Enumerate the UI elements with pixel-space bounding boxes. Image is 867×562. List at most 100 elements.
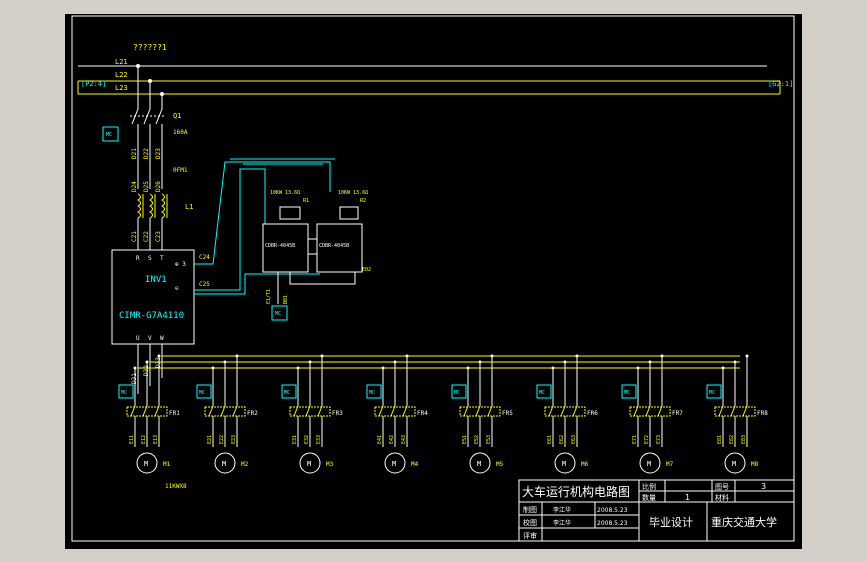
motor-wire-label: E52 — [474, 435, 480, 444]
motor-branch-4: E41 E42 E43 FR4 MC M M4 — [366, 354, 428, 474]
motor-wire-label: E61 — [547, 435, 553, 444]
cad-viewport[interactable]: ??????1 L21 L22 L23 [P2:4] [G2:1] Q1 160… — [65, 14, 802, 549]
inv-c24: C24 — [199, 254, 210, 261]
svg-text:2008.5.23: 2008.5.23 — [597, 507, 628, 514]
svg-text:M: M — [307, 460, 311, 468]
inv-term-v: V — [148, 335, 152, 342]
svg-text:李江华: 李江华 — [553, 519, 571, 527]
inv-term-s: S — [148, 255, 152, 262]
svg-text:制图: 制图 — [523, 505, 537, 514]
inv-term-w: W — [160, 335, 164, 342]
motor-wire-label: E23 — [231, 435, 237, 444]
svg-text:数量: 数量 — [642, 493, 656, 502]
thermal-relay-label: FR2 — [247, 410, 258, 417]
svg-text:图号: 图号 — [715, 483, 729, 491]
motor-wire-label: E82 — [729, 435, 735, 444]
motor-label: M1 — [163, 461, 171, 468]
inv-term-r: R — [136, 255, 140, 262]
svg-text:C22: C22 — [143, 231, 150, 242]
motor-label: M7 — [666, 461, 674, 468]
bus-label-l22: L22 — [115, 71, 128, 79]
svg-text:校图: 校图 — [523, 518, 537, 527]
main-feeder — [130, 64, 164, 189]
svg-text:李江华: 李江华 — [553, 506, 571, 514]
svg-text:MC: MC — [106, 132, 112, 138]
svg-text:D22: D22 — [143, 148, 150, 159]
brake-misc-a: E1/T1 — [266, 289, 272, 304]
inv-term-u: U — [136, 335, 140, 342]
motor-branch-8: E81 E82 E83 FR8 MC M M8 — [706, 354, 768, 474]
motor-wire-label: E21 — [207, 435, 213, 444]
svg-text:C21: C21 — [131, 231, 138, 242]
motor-wire-label: E51 — [462, 435, 468, 444]
motor-branch-6: E61 E62 E63 FR6 MC M M6 — [536, 354, 598, 474]
bus-label-l21: L21 — [115, 58, 128, 66]
motor-branch-3: E31 E32 E33 FR3 MC M M3 — [281, 354, 343, 474]
motor-label: M3 — [326, 461, 334, 468]
bus-label-l23: L23 — [115, 84, 128, 92]
thermal-relay-label: FR8 — [757, 410, 768, 417]
svg-text:D26: D26 — [155, 181, 162, 192]
motor-label: M8 — [751, 461, 759, 468]
svg-text:10KW 13.6Ω: 10KW 13.6Ω — [338, 190, 368, 196]
inv-term-t: T — [160, 255, 164, 262]
inverter-name: INV1 — [145, 275, 167, 285]
motor-branch-2: E21 E22 E23 FR2 MC M M2 — [196, 354, 258, 474]
motor-wire-label: E13 — [153, 435, 159, 444]
bus-right-ref: [G2:1] — [768, 80, 793, 88]
bus-lines: ??????1 L21 L22 L23 [P2:4] [G2:1] — [77, 43, 793, 95]
svg-text:M: M — [562, 460, 566, 468]
motor-branch-7: E71 E72 E73 FR7 MC M M7 — [621, 354, 683, 474]
motor-label: M2 — [241, 461, 249, 468]
dc-bus-wires — [194, 158, 335, 295]
brake-unit-1[interactable]: CDBR-4045B 10KW 13.6Ω R1 — [262, 190, 309, 273]
reactor-name: L1 — [185, 203, 193, 211]
motor-wire-label: E32 — [304, 435, 310, 444]
inverter-model: CIMR-G7A4110 — [119, 311, 184, 321]
thermal-relay-label: FR6 — [587, 410, 598, 417]
svg-text:R1: R1 — [303, 198, 309, 204]
motor-wire-label: E33 — [316, 435, 322, 444]
motor-wire-label: E31 — [292, 435, 298, 444]
school-name: 重庆交通大学 — [711, 515, 777, 529]
motor-label: M4 — [411, 461, 419, 468]
thermal-relay-label: FR4 — [417, 410, 428, 417]
motor-wire-label: E22 — [219, 435, 225, 444]
drawing-title: 大车运行机构电路图 — [522, 484, 630, 499]
motor-branch-5: E51 E52 E53 FR5 MC M M5 — [451, 354, 513, 474]
wire-labels-in: C21 C22 C23 — [131, 231, 162, 242]
motor-wire-label: E63 — [571, 435, 577, 444]
bus-left-ref: [P2:4] — [81, 80, 106, 88]
brake-unit-2[interactable]: CDBR-4045B 10KW 13.6Ω R2 — [316, 190, 368, 273]
motor-wire-label: E62 — [559, 435, 565, 444]
svg-text:MC: MC — [454, 390, 460, 396]
inv-term-plus: ⊕ 3 — [175, 261, 186, 268]
brake-misc-d: B01 — [283, 295, 289, 304]
svg-text:MC: MC — [284, 390, 290, 396]
svg-text:MC: MC — [121, 390, 127, 396]
breaker-name: Q1 — [173, 112, 181, 120]
motor-wire-label: E81 — [717, 435, 723, 444]
motor-wire-label: E53 — [486, 435, 492, 444]
svg-text:MC: MC — [199, 390, 205, 396]
drawing-frame — [71, 15, 795, 542]
wire-labels-top: D21 D22 D23 D24 D25 D26 — [131, 148, 162, 192]
svg-text:10KW 13.6Ω: 10KW 13.6Ω — [270, 190, 300, 196]
motor-wire-label: E11 — [129, 435, 135, 444]
svg-text:1: 1 — [685, 493, 690, 502]
motor-branches: E11 E12 E13 FR1 MC M M1 E21 E22 E23 FR2 MC M M2 E31 E32… — [118, 354, 768, 474]
svg-text:M: M — [732, 460, 736, 468]
reactor-l1 — [137, 193, 168, 219]
svg-text:比例: 比例 — [642, 482, 656, 491]
motor-wire-label: E83 — [741, 435, 747, 444]
motor-label: M6 — [581, 461, 589, 468]
inverter-inv1[interactable]: R S T INV1 CIMR-G7A4110 ⊕ 3 ⊖ U V W — [111, 249, 195, 345]
reactor-model: 0FM1 — [173, 167, 188, 174]
svg-text:材料: 材料 — [715, 493, 729, 502]
svg-text:M: M — [144, 460, 148, 468]
svg-text:MC: MC — [539, 390, 545, 396]
svg-text:R2: R2 — [360, 198, 366, 204]
svg-text:D25: D25 — [143, 181, 150, 192]
project-name: 毕业设计 — [649, 516, 693, 529]
svg-text:MC: MC — [709, 390, 715, 396]
